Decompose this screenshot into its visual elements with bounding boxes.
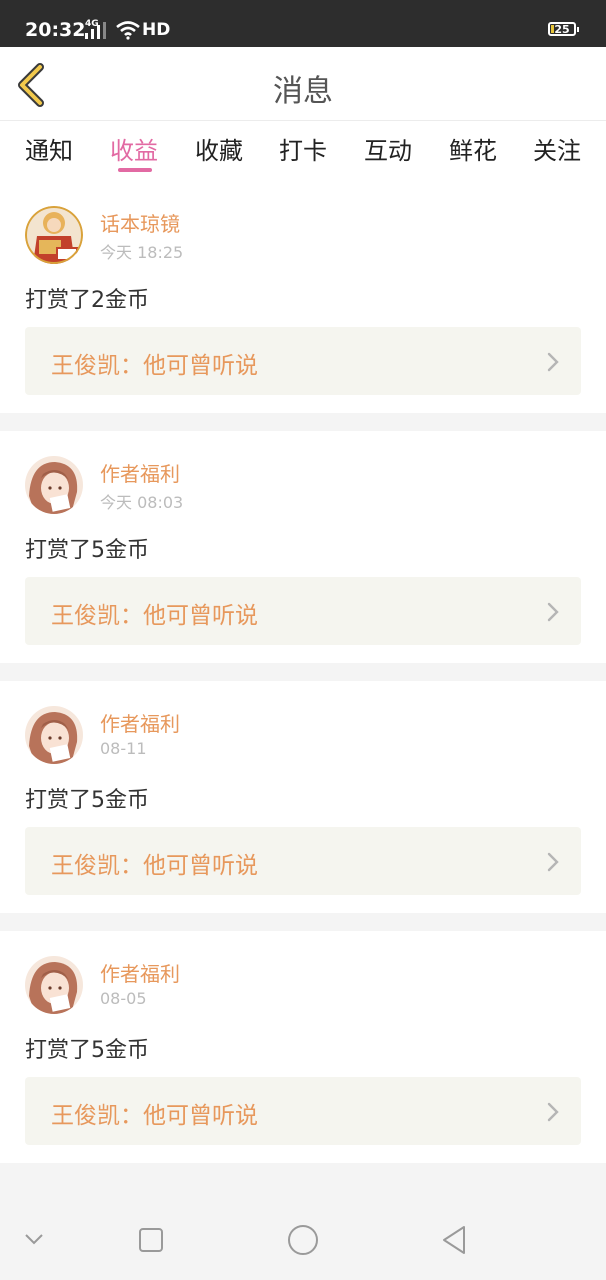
home-button[interactable] bbox=[287, 1224, 319, 1256]
reference-link[interactable]: 王俊凯：他可曾听说 bbox=[25, 327, 581, 395]
reference-title: 王俊凯：他可曾听说 bbox=[51, 603, 258, 629]
header: 消息 bbox=[0, 47, 606, 121]
wifi-icon bbox=[116, 21, 140, 40]
tab-bar: 通知 收益 收藏 打卡 互动 鲜花 关注 bbox=[0, 121, 606, 182]
status-time: 20:32 bbox=[25, 19, 86, 41]
reference-link[interactable]: 王俊凯：他可曾听说 bbox=[25, 827, 581, 895]
anime-girl-avatar-icon bbox=[25, 706, 83, 764]
anime-girl-avatar-icon bbox=[25, 456, 83, 514]
message-card: 话本琼镜 今天 18:25 打赏了2金币 王俊凯：他可曾听说 bbox=[0, 181, 606, 413]
reference-title: 王俊凯：他可曾听说 bbox=[51, 853, 258, 879]
battery-level: 25 bbox=[554, 23, 570, 36]
system-nav-bar bbox=[0, 1200, 606, 1280]
tab-following[interactable]: 关注 bbox=[522, 131, 592, 166]
chevron-right-icon bbox=[547, 1102, 559, 1122]
active-tab-indicator bbox=[118, 168, 152, 172]
sender-name: 作者福利 bbox=[100, 962, 180, 986]
battery-icon: 25 bbox=[548, 22, 579, 36]
book-cover-avatar-icon bbox=[25, 206, 83, 264]
message-card: 作者福利 08-11 打赏了5金币 王俊凯：他可曾听说 bbox=[0, 681, 606, 913]
tab-checkin[interactable]: 打卡 bbox=[268, 131, 338, 166]
avatar[interactable] bbox=[25, 206, 83, 264]
message-time: 08-11 bbox=[100, 739, 147, 758]
message-text: 打赏了5金币 bbox=[25, 788, 149, 813]
page-title: 消息 bbox=[273, 74, 333, 109]
anime-girl-avatar-icon bbox=[25, 956, 83, 1014]
message-card: 作者福利 08-05 打赏了5金币 王俊凯：他可曾听说 bbox=[0, 931, 606, 1163]
sender-name: 作者福利 bbox=[100, 462, 180, 486]
message-time: 今天 08:03 bbox=[100, 493, 184, 512]
avatar[interactable] bbox=[25, 706, 83, 764]
tab-flowers[interactable]: 鲜花 bbox=[438, 131, 508, 166]
recent-apps-button[interactable] bbox=[138, 1227, 164, 1253]
chevron-right-icon bbox=[547, 602, 559, 622]
avatar[interactable] bbox=[25, 956, 83, 1014]
chevron-right-icon bbox=[547, 352, 559, 372]
message-card: 作者福利 今天 08:03 打赏了5金币 王俊凯：他可曾听说 bbox=[0, 431, 606, 663]
chevron-right-icon bbox=[547, 852, 559, 872]
tab-interaction[interactable]: 互动 bbox=[353, 131, 423, 166]
signal-icon bbox=[85, 22, 106, 39]
tab-notifications[interactable]: 通知 bbox=[14, 131, 84, 166]
tab-favorites[interactable]: 收藏 bbox=[184, 131, 254, 166]
sender-name: 作者福利 bbox=[100, 712, 180, 736]
tab-earnings[interactable]: 收益 bbox=[99, 131, 169, 166]
message-text: 打赏了2金币 bbox=[25, 288, 149, 313]
message-text: 打赏了5金币 bbox=[25, 1038, 149, 1063]
reference-title: 王俊凯：他可曾听说 bbox=[51, 353, 258, 379]
message-text: 打赏了5金币 bbox=[25, 538, 149, 563]
reference-link[interactable]: 王俊凯：他可曾听说 bbox=[25, 577, 581, 645]
sender-name: 话本琼镜 bbox=[100, 212, 180, 236]
reference-link[interactable]: 王俊凯：他可曾听说 bbox=[25, 1077, 581, 1145]
hide-nav-button[interactable] bbox=[24, 1232, 44, 1246]
reference-title: 王俊凯：他可曾听说 bbox=[51, 1103, 258, 1129]
hd-label: HD bbox=[142, 20, 171, 40]
back-nav-button[interactable] bbox=[440, 1224, 468, 1256]
message-time: 08-05 bbox=[100, 989, 147, 1008]
avatar[interactable] bbox=[25, 456, 83, 514]
status-bar: 20:32 4G HD 25 bbox=[0, 0, 606, 47]
message-time: 今天 18:25 bbox=[100, 243, 184, 262]
